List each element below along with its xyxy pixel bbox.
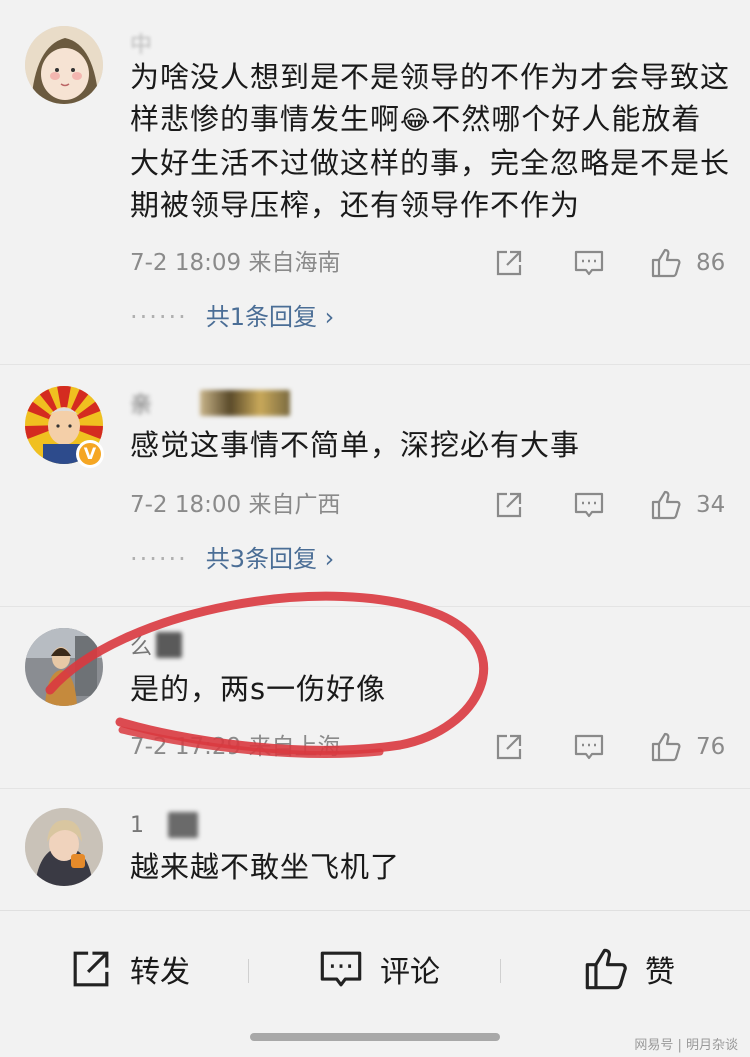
like-icon (585, 948, 627, 990)
like-button[interactable]: 34 (650, 488, 725, 522)
avatar[interactable] (25, 26, 103, 104)
like-button[interactable]: 76 (650, 730, 725, 764)
avatar[interactable] (25, 628, 103, 706)
comment-action-button[interactable]: 评论 (318, 941, 440, 997)
comment-icon (320, 951, 362, 987)
comment-meta: 7-2 18:00 来自广西 (130, 492, 341, 518)
share-button[interactable] (493, 488, 525, 522)
comment-text: 越来越不敢坐飞机了 (130, 850, 401, 884)
divider (0, 788, 750, 789)
username[interactable]: 1 (130, 810, 198, 840)
comment-button[interactable] (573, 246, 605, 280)
like-icon (651, 490, 681, 520)
username[interactable]: 中 (130, 28, 152, 58)
comment-button[interactable] (573, 488, 605, 522)
like-action-button[interactable]: 赞 (583, 941, 675, 997)
comment-button[interactable] (573, 730, 605, 764)
comment-meta: 7-2 18:09 来自海南 (130, 250, 341, 276)
comment-icon (574, 734, 604, 760)
like-count: 86 (696, 250, 726, 276)
share-icon (496, 734, 522, 760)
comment-text: 感觉这事情不简单，深挖必有大事 (130, 428, 581, 462)
separator (248, 959, 249, 983)
like-count: 76 (696, 734, 726, 760)
comment-icon (574, 250, 604, 276)
divider (0, 364, 750, 365)
laughing-emoji-icon: 😂 (400, 106, 432, 136)
share-button[interactable] (493, 246, 525, 280)
share-icon (496, 250, 522, 276)
watermark: 网易号 | 明月杂谈 (634, 1038, 738, 1053)
comment-text: 为啥没人想到是不是领导的不作为才会导致这样悲惨的事情发生啊😂不然哪个好人能放着大… (130, 60, 731, 222)
view-replies-link[interactable]: ······ 共3条回复 › (130, 542, 334, 576)
view-replies-link[interactable]: ······ 共1条回复 › (130, 300, 334, 334)
separator (500, 959, 501, 983)
share-button[interactable] (493, 730, 525, 764)
comment-text: 是的，两s一伤好像 (130, 672, 387, 706)
home-indicator[interactable] (250, 1033, 500, 1041)
like-icon (651, 248, 681, 278)
divider (0, 606, 750, 607)
like-icon (651, 732, 681, 762)
username[interactable]: 么 (130, 630, 183, 660)
avatar[interactable] (25, 808, 103, 886)
like-button[interactable]: 86 (650, 246, 725, 280)
share-icon (73, 951, 109, 987)
username[interactable]: 亲 (130, 388, 291, 418)
verified-badge: V (76, 440, 104, 468)
repost-button[interactable]: 转发 (68, 941, 190, 997)
like-count: 34 (696, 492, 726, 518)
share-icon (496, 492, 522, 518)
comment-icon (574, 492, 604, 518)
comment-meta: 7-2 17:29 来自上海 (130, 734, 341, 760)
